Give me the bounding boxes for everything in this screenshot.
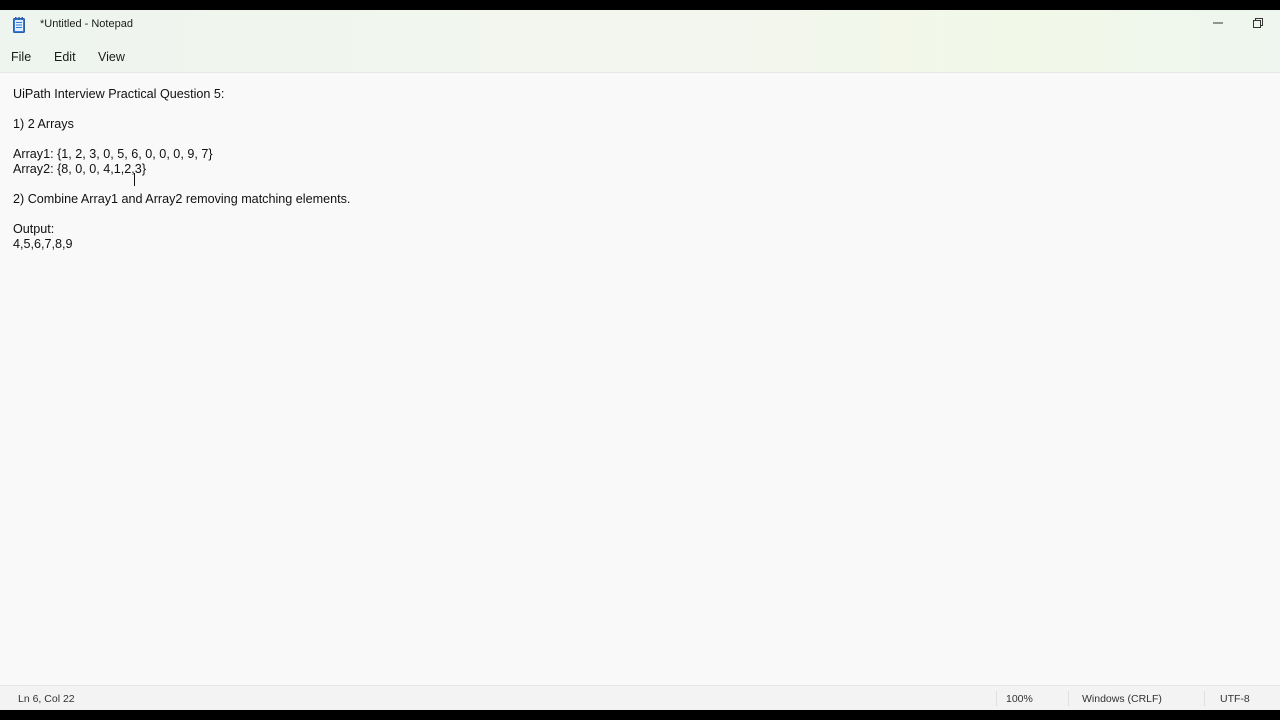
- document-line: 4,5,6,7,8,9: [13, 237, 73, 251]
- status-divider: [1068, 691, 1069, 706]
- minimize-icon: [1213, 15, 1223, 33]
- line-ending: Windows (CRLF): [1082, 693, 1162, 705]
- menu-file[interactable]: File: [11, 48, 31, 66]
- title-bar[interactable]: *Untitled - Notepad: [0, 10, 1280, 40]
- document-line: 1) 2 Arrays: [13, 117, 74, 131]
- minimize-button[interactable]: [1198, 10, 1238, 38]
- menu-bar: File Edit View: [0, 44, 400, 70]
- menu-edit[interactable]: Edit: [54, 48, 76, 66]
- document-line: UiPath Interview Practical Question 5:: [13, 87, 225, 101]
- restore-button[interactable]: [1238, 10, 1278, 38]
- zoom-level: 100%: [1006, 693, 1033, 705]
- text-caret: [134, 173, 135, 186]
- status-divider: [996, 691, 997, 706]
- document-line: Array1: {1, 2, 3, 0, 5, 6, 0, 0, 0, 9, 7…: [13, 147, 213, 161]
- window-title: *Untitled - Notepad: [40, 18, 133, 30]
- status-divider: [1204, 691, 1205, 706]
- title-and-menu-area: *Untitled - Notepad File Edit View: [0, 10, 1280, 73]
- document-line: 2) Combine Array1 and Array2 removing ma…: [13, 192, 351, 206]
- encoding: UTF-8: [1220, 693, 1250, 705]
- notepad-icon: [13, 17, 25, 33]
- status-bar: Ln 6, Col 22 100% Windows (CRLF) UTF-8: [0, 685, 1280, 710]
- document-line: Output:: [13, 222, 55, 236]
- notepad-window: *Untitled - Notepad File Edit View UiPat…: [0, 10, 1280, 710]
- text-editor[interactable]: UiPath Interview Practical Question 5: 1…: [0, 73, 1280, 684]
- document-line: Array2: {8, 0, 0, 4,1,2,3}: [13, 162, 147, 176]
- restore-icon: [1253, 15, 1263, 33]
- menu-view[interactable]: View: [98, 48, 125, 66]
- cursor-position: Ln 6, Col 22: [18, 693, 75, 705]
